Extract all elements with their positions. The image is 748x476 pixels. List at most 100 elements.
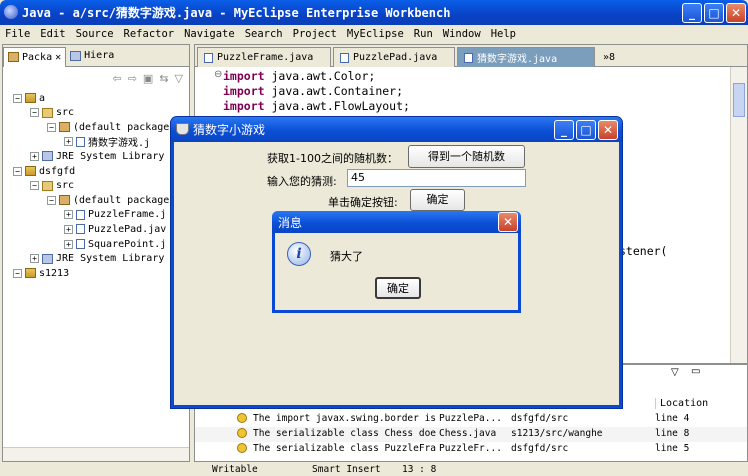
tree-item-label: dsfgfd <box>39 165 76 177</box>
main-title-bar[interactable]: Java - a/src/猜数字游戏.java - MyEclipse Ente… <box>0 0 748 25</box>
collapse-icon[interactable]: − <box>13 166 22 176</box>
problem-description: The import javax.swing.border is <box>253 413 437 424</box>
tree-item[interactable]: + SquarePoint.j <box>64 237 166 251</box>
problem-resource: Chess.java <box>439 428 497 439</box>
game-close-button[interactable]: ✕ <box>598 120 618 140</box>
more-tabs-label: »8 <box>603 51 616 63</box>
game-minimize-button[interactable]: _ <box>554 120 574 140</box>
problem-location: line 5 <box>655 443 690 454</box>
menu-myeclipse[interactable]: MyEclipse <box>342 28 409 40</box>
menu-navigate[interactable]: Navigate <box>179 28 240 40</box>
game-title-bar[interactable]: 猜数字小游戏 _ □ ✕ <box>171 117 622 142</box>
expand-icon[interactable]: + <box>64 224 73 234</box>
package-icon <box>8 52 19 62</box>
tree-item[interactable]: + 猜数字游戏.j <box>64 135 150 149</box>
message-text: 猜大了 <box>330 250 363 263</box>
tree-item[interactable]: + JRE System Library <box>30 149 164 163</box>
menu-file[interactable]: File <box>0 28 35 40</box>
tab-guess-game[interactable]: 猜数字游戏.java <box>457 47 595 67</box>
tab-label: PuzzleFrame.java <box>217 52 314 63</box>
tree-item[interactable]: − src <box>30 179 74 193</box>
tree-item[interactable]: + PuzzlePad.jav <box>64 222 166 236</box>
expand-icon[interactable]: + <box>64 137 73 147</box>
close-icon[interactable]: ✕ <box>55 52 61 63</box>
tree-item[interactable]: − (default package <box>47 193 169 207</box>
collapse-icon[interactable]: − <box>47 122 56 132</box>
message-close-button[interactable]: ✕ <box>498 212 518 232</box>
guess-input[interactable]: 45 <box>347 169 526 187</box>
confirm-button[interactable]: 确定 <box>410 189 465 211</box>
horizontal-scrollbar[interactable] <box>3 447 189 461</box>
code-fragment[interactable]: stener( <box>619 244 667 258</box>
warning-icon <box>237 413 247 423</box>
menu-edit[interactable]: Edit <box>35 28 70 40</box>
collapse-all-icon[interactable]: ▣ <box>143 72 153 85</box>
problem-row[interactable]: The serializable class PuzzleFra PuzzleF… <box>195 442 747 457</box>
column-header-location[interactable]: Location <box>655 398 712 409</box>
tree-item[interactable]: − (default package <box>47 120 169 134</box>
menu-run[interactable]: Run <box>409 28 438 40</box>
tree-item[interactable]: + PuzzleFrame.j <box>64 208 166 222</box>
back-arrow-icon[interactable]: ⇦ <box>112 72 121 85</box>
problem-row[interactable]: The serializable class Chess doe Chess.j… <box>195 427 747 442</box>
link-editor-icon[interactable]: ⇆ <box>159 72 168 85</box>
collapse-icon[interactable]: − <box>13 93 22 103</box>
left-panel-tabs: Packa ✕ Hiera <box>3 45 189 67</box>
forward-arrow-icon[interactable]: ⇨ <box>128 72 137 85</box>
message-ok-button[interactable]: 确定 <box>375 277 421 299</box>
java-file-icon <box>76 224 85 235</box>
library-icon <box>42 151 53 162</box>
editor-scrollbar[interactable] <box>730 67 747 363</box>
minimize-button[interactable]: _ <box>682 3 702 23</box>
menu-help[interactable]: Help <box>486 28 521 40</box>
scroll-thumb[interactable] <box>733 83 745 117</box>
menu-refactor[interactable]: Refactor <box>119 28 180 40</box>
collapse-icon[interactable]: − <box>30 181 39 191</box>
keyword: import <box>223 69 265 83</box>
tree-item[interactable]: − src <box>30 106 74 120</box>
expand-icon[interactable]: + <box>30 254 39 264</box>
expand-icon[interactable]: + <box>64 210 73 220</box>
get-random-number-button[interactable]: 得到一个随机数 <box>408 145 525 168</box>
problem-resource: PuzzlePa... <box>439 413 502 424</box>
game-maximize-button[interactable]: □ <box>576 120 596 140</box>
close-button[interactable]: ✕ <box>726 3 746 23</box>
tree-item[interactable]: − a <box>13 91 45 105</box>
problem-row[interactable]: The import javax.swing.border is PuzzleP… <box>195 412 747 427</box>
menu-project[interactable]: Project <box>288 28 342 40</box>
problem-description: The serializable class Chess doe <box>253 428 437 439</box>
tree-item[interactable]: − s1213 <box>13 266 69 280</box>
problem-location: line 4 <box>655 413 690 424</box>
menu-search[interactable]: Search <box>240 28 288 40</box>
tree-item[interactable]: + JRE System Library <box>30 252 164 266</box>
tab-puzzlepad[interactable]: PuzzlePad.java <box>333 47 455 67</box>
tree-item-label: src <box>56 107 75 119</box>
collapse-icon[interactable]: − <box>13 268 22 278</box>
package-icon <box>59 195 70 206</box>
tab-hierarchy[interactable]: Hiera <box>66 46 118 66</box>
menu-source[interactable]: Source <box>71 28 119 40</box>
view-menu-icon[interactable]: ▽ <box>671 367 679 378</box>
code-line-3[interactable]: import java.awt.FlowLayout; <box>223 99 410 113</box>
maximize-button[interactable]: □ <box>704 3 724 23</box>
collapse-icon[interactable]: − <box>30 108 39 118</box>
code-line-1[interactable]: import java.awt.Color; <box>223 69 375 83</box>
tab-package-explorer[interactable]: Packa ✕ <box>3 46 67 67</box>
package-icon <box>59 122 70 133</box>
code-line-2[interactable]: import java.awt.Container; <box>223 84 403 98</box>
menu-window[interactable]: Window <box>438 28 486 40</box>
expand-icon[interactable]: + <box>30 151 39 161</box>
tab-puzzleframe[interactable]: PuzzleFrame.java <box>197 47 331 67</box>
view-menu-icon[interactable]: ▽ <box>175 72 183 85</box>
expand-icon[interactable]: + <box>64 239 73 249</box>
minimize-view-icon[interactable]: ▭ <box>691 366 700 377</box>
more-tabs-button[interactable]: »8 <box>597 47 625 67</box>
project-icon <box>25 93 36 103</box>
left-toolbar: ⇦ ⇨ ▣ ⇆ ▽ <box>3 67 189 89</box>
tab-label: Packa <box>22 51 53 63</box>
fold-icon[interactable]: ⊖ <box>214 69 222 80</box>
tree-item[interactable]: − dsfgfd <box>13 164 75 178</box>
collapse-icon[interactable]: − <box>47 195 56 205</box>
message-title-bar[interactable]: 消息 ✕ <box>272 211 521 233</box>
game-window-title: 猜数字小游戏 <box>193 123 266 137</box>
